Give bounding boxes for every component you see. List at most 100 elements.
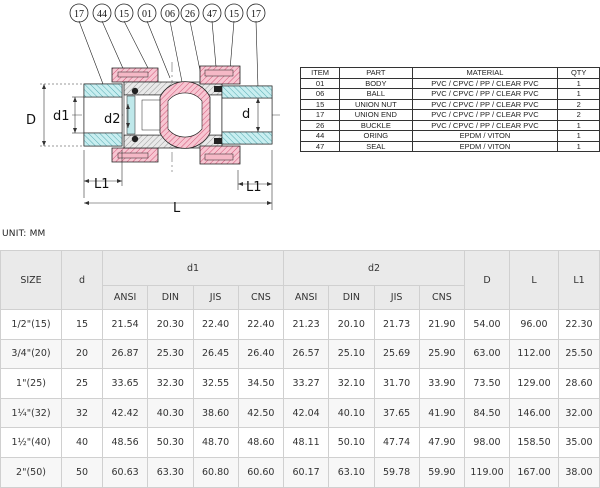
parts-cell: 2 <box>557 109 600 121</box>
dim-label-d2: d2 <box>104 112 121 127</box>
parts-table: ITEM PART MATERIAL QTY 01 BODY PVC / CPVC / PP… <box>299 67 600 152</box>
table-row: 2"(50) 50 60.63 63.30 60.80 60.60 60.17 63.10 59… <box>0 456 600 488</box>
header-standard: DIN <box>328 285 375 310</box>
table-cell: 48.56 <box>101 427 149 458</box>
parts-cell: PVC / CPVC / PP / CLEAR PVC <box>411 77 559 89</box>
table-cell: 40 <box>61 427 103 458</box>
table-cell: 63.30 <box>147 456 194 488</box>
table-cell: 1¼"(32) <box>0 397 62 429</box>
parts-header-cell: QTY <box>557 67 600 79</box>
parts-row: 26 BUCKLE PVC / CPVC / PP / CLEAR PVC 1 <box>299 119 600 131</box>
table-cell: 20.10 <box>328 309 375 340</box>
parts-cell: EPDM / VITON <box>411 130 559 142</box>
table-cell: 38.60 <box>192 397 239 429</box>
parts-cell: SEAL <box>339 140 413 152</box>
table-cell: 1/2"(15) <box>0 309 62 340</box>
dimensions-table: SIZE d d1 d2 D L L1 ANSI DIN JIS CNS ANSI DIN… <box>0 250 600 488</box>
table-cell: 48.11 <box>282 427 330 458</box>
table-cell: 84.50 <box>464 397 510 429</box>
header-standard: DIN <box>147 285 194 310</box>
table-cell: 22.30 <box>558 309 600 340</box>
table-row: 1¼"(32) 32 42.42 40.30 38.60 42.50 42.04 40.10 3… <box>0 397 600 429</box>
parts-cell: 15 <box>299 98 341 110</box>
table-cell: 54.00 <box>464 309 510 340</box>
callout-number: 44 <box>97 9 107 20</box>
table-cell: 47.90 <box>418 427 466 458</box>
table-cell: 25.50 <box>558 338 600 370</box>
table-cell: 35.00 <box>558 427 600 458</box>
table-cell: 25.30 <box>147 338 194 370</box>
table-cell: 48.70 <box>192 427 239 458</box>
table-cell: 25.10 <box>328 338 375 370</box>
callout-number: 17 <box>74 9 84 20</box>
header-d: d <box>61 250 103 310</box>
header-standard: CNS <box>418 285 466 310</box>
table-cell: 50.30 <box>147 427 194 458</box>
table-cell: 1½"(40) <box>0 427 62 458</box>
header-L: L <box>509 250 559 310</box>
table-cell: 33.27 <box>282 368 330 399</box>
table-cell: 21.73 <box>373 309 420 340</box>
header-standard: ANSI <box>101 285 149 310</box>
table-cell: 48.60 <box>237 427 285 458</box>
table-row: 1"(25) 25 33.65 32.30 32.55 34.50 33.27 32.10 31… <box>0 368 600 399</box>
table-cell: 60.60 <box>237 456 285 488</box>
table-cell: 1"(25) <box>0 368 62 399</box>
table-cell: 15 <box>61 309 103 340</box>
callout-number: 15 <box>119 9 129 20</box>
table-cell: 119.00 <box>464 456 510 488</box>
table-cell: 32 <box>61 397 103 429</box>
table-cell: 42.42 <box>101 397 149 429</box>
table-cell: 37.65 <box>373 397 420 429</box>
table-cell: 50 <box>61 456 103 488</box>
parts-cell: 1 <box>557 77 600 89</box>
parts-header-cell: ITEM <box>299 67 341 79</box>
table-cell: 25.90 <box>418 338 466 370</box>
table-cell: 31.70 <box>373 368 420 399</box>
table-cell: 112.00 <box>509 338 559 370</box>
parts-header-cell: PART <box>339 67 413 79</box>
table-cell: 22.40 <box>192 309 239 340</box>
table-cell: 21.54 <box>101 309 149 340</box>
table-cell: 33.90 <box>418 368 466 399</box>
valve-section-drawing: 17 44 15 01 06 26 47 15 17 D d1 d2 d L1 … <box>26 3 280 216</box>
table-cell: 158.50 <box>509 427 559 458</box>
parts-row: 06 BALL PVC / CPVC / PP / CLEAR PVC 1 <box>299 88 600 100</box>
table-cell: 25.69 <box>373 338 420 370</box>
parts-row: 15 UNION NUT PVC / CPVC / PP / CLEAR PVC 2 <box>299 98 600 110</box>
table-cell: 47.74 <box>373 427 420 458</box>
table-cell: 167.00 <box>509 456 559 488</box>
header-D: D <box>464 250 510 310</box>
parts-cell: 1 <box>557 88 600 100</box>
table-cell: 63.10 <box>328 456 375 488</box>
header-L1: L1 <box>558 250 600 310</box>
parts-cell: PVC / CPVC / PP / CLEAR PVC <box>411 88 559 100</box>
parts-cell: 17 <box>299 109 341 121</box>
table-cell: 42.04 <box>282 397 330 429</box>
dim-label-d1: d1 <box>53 109 70 124</box>
header-standard: JIS <box>192 285 239 310</box>
callout-number: 26 <box>185 9 195 20</box>
table-row: 3/4"(20) 20 26.87 25.30 26.45 26.40 26.57 25.10… <box>0 338 600 370</box>
table-cell: 22.40 <box>237 309 285 340</box>
table-cell: 60.17 <box>282 456 330 488</box>
dim-label-L1-left: L1 <box>94 177 110 192</box>
table-cell: 32.55 <box>192 368 239 399</box>
parts-row: 17 UNION END PVC / CPVC / PP / CLEAR PVC 2 <box>299 109 600 121</box>
parts-cell: 1 <box>557 130 600 142</box>
parts-cell: EPDM / VITON <box>411 140 559 152</box>
parts-cell: BUCKLE <box>339 119 413 131</box>
table-cell: 20.30 <box>147 309 194 340</box>
table-cell: 38.00 <box>558 456 600 488</box>
parts-row: 47 SEAL EPDM / VITON 1 <box>299 140 600 152</box>
parts-cell: UNION END <box>339 109 413 121</box>
parts-cell: 47 <box>299 140 341 152</box>
table-cell: 2"(50) <box>0 456 62 488</box>
table-cell: 98.00 <box>464 427 510 458</box>
table-cell: 33.65 <box>101 368 149 399</box>
parts-cell: BALL <box>339 88 413 100</box>
table-cell: 40.30 <box>147 397 194 429</box>
parts-cell: 06 <box>299 88 341 100</box>
table-cell: 32.30 <box>147 368 194 399</box>
table-cell: 26.45 <box>192 338 239 370</box>
